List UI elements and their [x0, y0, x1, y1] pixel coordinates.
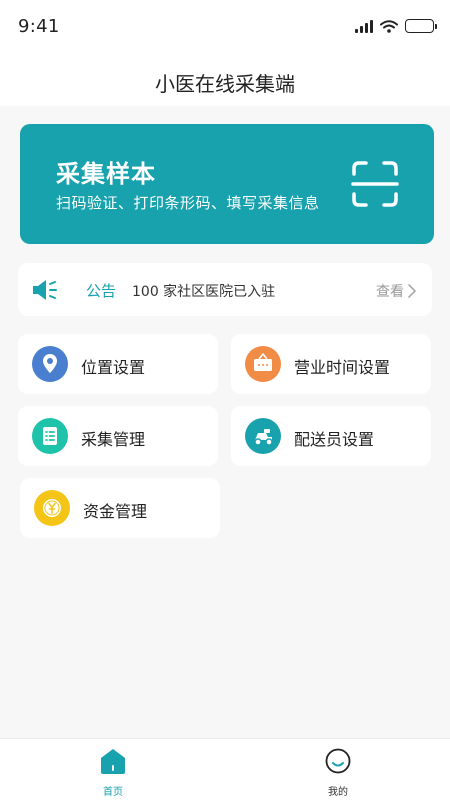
notice-tag: 公告 — [86, 282, 117, 300]
collect-sample-card[interactable]: 采集样本 扫码验证、打印条形码、填写采集信息 — [20, 124, 434, 244]
tab-home[interactable]: 首页 — [53, 739, 173, 800]
wifi-icon — [380, 19, 398, 33]
menu-label: 资金管理 — [83, 502, 148, 521]
yen-coin-icon — [34, 490, 70, 526]
page-title: 小医在线采集端 — [155, 72, 295, 96]
menu-business-hours[interactable]: 营业时间设置 — [231, 334, 431, 394]
notice-more-label: 查看 — [376, 284, 404, 300]
tab-label: 我的 — [328, 787, 348, 798]
notice-text: 100 家社区医院已入驻 — [132, 284, 276, 300]
menu-label: 营业时间设置 — [294, 358, 391, 377]
location-pin-icon — [32, 346, 68, 382]
scan-icon — [351, 161, 399, 207]
status-time: 9:41 — [18, 16, 60, 37]
menu-funds-management[interactable]: 资金管理 — [20, 478, 220, 538]
banner-title: 采集样本 — [56, 160, 156, 188]
status-icons — [355, 16, 437, 36]
profile-icon — [325, 748, 351, 774]
app-header: 9:41 小医在线采集端 — [0, 0, 450, 106]
menu-label: 采集管理 — [81, 430, 146, 449]
chevron-right-icon — [408, 284, 416, 298]
signal-icon — [355, 19, 373, 33]
tab-label: 首页 — [103, 787, 123, 798]
notice-view-more[interactable]: 查看 — [376, 281, 416, 301]
menu-collection-management[interactable]: 采集管理 — [18, 406, 218, 466]
tab-profile[interactable]: 我的 — [278, 739, 398, 800]
menu-label: 位置设置 — [81, 358, 146, 377]
banner-subtitle: 扫码验证、打印条形码、填写采集信息 — [56, 194, 320, 212]
scooter-icon — [245, 418, 281, 454]
speaker-icon — [33, 280, 57, 300]
home-icon — [101, 749, 125, 774]
notice-bar[interactable]: 公告 100 家社区医院已入驻 查看 — [18, 263, 432, 316]
bottom-tab-bar: 首页 我的 — [0, 738, 450, 800]
menu-courier-settings[interactable]: 配送员设置 — [231, 406, 431, 466]
list-icon — [32, 418, 68, 454]
sign-board-icon — [245, 346, 281, 382]
menu-label: 配送员设置 — [294, 430, 375, 449]
battery-icon — [405, 19, 437, 33]
menu-location-settings[interactable]: 位置设置 — [18, 334, 218, 394]
